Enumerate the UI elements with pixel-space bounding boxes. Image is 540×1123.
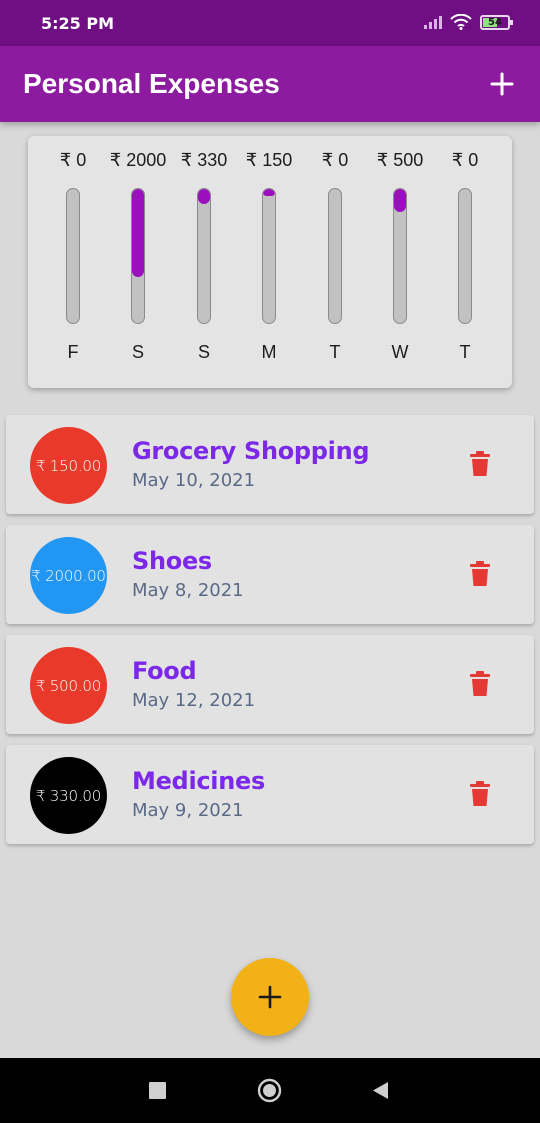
chart-bar-fill [394, 189, 406, 212]
transaction-title: Shoes [132, 547, 212, 575]
amount-avatar: ₹ 500.00 [30, 647, 107, 724]
transaction-item: ₹ 500.00 Food May 12, 2021 [6, 635, 534, 734]
status-icons: 54 [424, 14, 513, 30]
chart-bar-track [262, 188, 276, 324]
chart-bar-track [66, 188, 80, 324]
transaction-date: May 9, 2021 [132, 800, 244, 821]
chart-amount-label: ₹ 0 [59, 150, 87, 170]
chart-amount-label: ₹ 500 [376, 150, 424, 170]
add-transaction-button[interactable] [231, 958, 309, 1036]
transaction-title: Medicines [132, 767, 265, 795]
chart-day-label: F [67, 342, 79, 362]
delete-icon[interactable] [470, 671, 490, 697]
chart-day-label: W [391, 342, 409, 362]
transaction-title: Grocery Shopping [132, 437, 370, 465]
delete-icon[interactable] [470, 451, 490, 477]
battery-icon: 54 [480, 14, 513, 30]
status-time: 5:25 PM [41, 14, 115, 33]
chart-day-label: T [329, 342, 341, 362]
chart-amount-label: ₹ 0 [321, 150, 349, 170]
system-nav-bar [0, 1058, 540, 1123]
transaction-date: May 10, 2021 [132, 470, 256, 491]
chart-bar-track [458, 188, 472, 324]
wifi-icon [450, 14, 472, 30]
transaction-date: May 12, 2021 [132, 690, 256, 711]
transaction-title: Food [132, 657, 197, 685]
app-bar: Personal Expenses [0, 46, 540, 122]
chart-bar-track [197, 188, 211, 324]
delete-icon[interactable] [470, 781, 490, 807]
chart-day-label: S [131, 342, 144, 362]
chart-day-label: S [197, 342, 210, 362]
plus-icon[interactable] [486, 68, 518, 100]
plus-icon [258, 985, 282, 1009]
signal-icon [424, 15, 442, 29]
delete-icon[interactable] [470, 561, 490, 587]
chart-amount-label: ₹ 2000 [109, 150, 167, 170]
chart-amount-label: ₹ 0 [451, 150, 479, 170]
amount-avatar: ₹ 150.00 [30, 427, 107, 504]
transaction-date: May 8, 2021 [132, 580, 244, 601]
status-bar: 5:25 PM 54 [0, 0, 540, 46]
amount-avatar: ₹ 2000.00 [30, 537, 107, 614]
chart-day-label: T [459, 342, 471, 362]
transaction-item: ₹ 150.00 Grocery Shopping May 10, 2021 [6, 415, 534, 514]
battery-level: 54 [488, 16, 502, 28]
chart-bar-track [131, 188, 145, 324]
chart-bar-track [328, 188, 342, 324]
transaction-item: ₹ 330.00 Medicines May 9, 2021 [6, 745, 534, 844]
weekly-chart: ₹ 0 F ₹ 2000 S ₹ 330 S ₹ 150 M ₹ 0 T ₹ 500 W ₹ 0 T [28, 136, 512, 388]
chart-bar-fill [263, 189, 275, 196]
chart-bar-fill [132, 189, 144, 277]
circle-home-icon[interactable] [257, 1078, 282, 1103]
chart-day-label: M [261, 342, 277, 362]
square-recents-icon[interactable] [149, 1082, 166, 1099]
triangle-back-icon[interactable] [372, 1081, 389, 1100]
transaction-item: ₹ 2000.00 Shoes May 8, 2021 [6, 525, 534, 624]
chart-amount-label: ₹ 330 [180, 150, 228, 170]
amount-avatar: ₹ 330.00 [30, 757, 107, 834]
chart-bar-track [393, 188, 407, 324]
chart-amount-label: ₹ 150 [245, 150, 293, 170]
chart-bar-fill [198, 189, 210, 204]
app-title: Personal Expenses [23, 68, 280, 99]
